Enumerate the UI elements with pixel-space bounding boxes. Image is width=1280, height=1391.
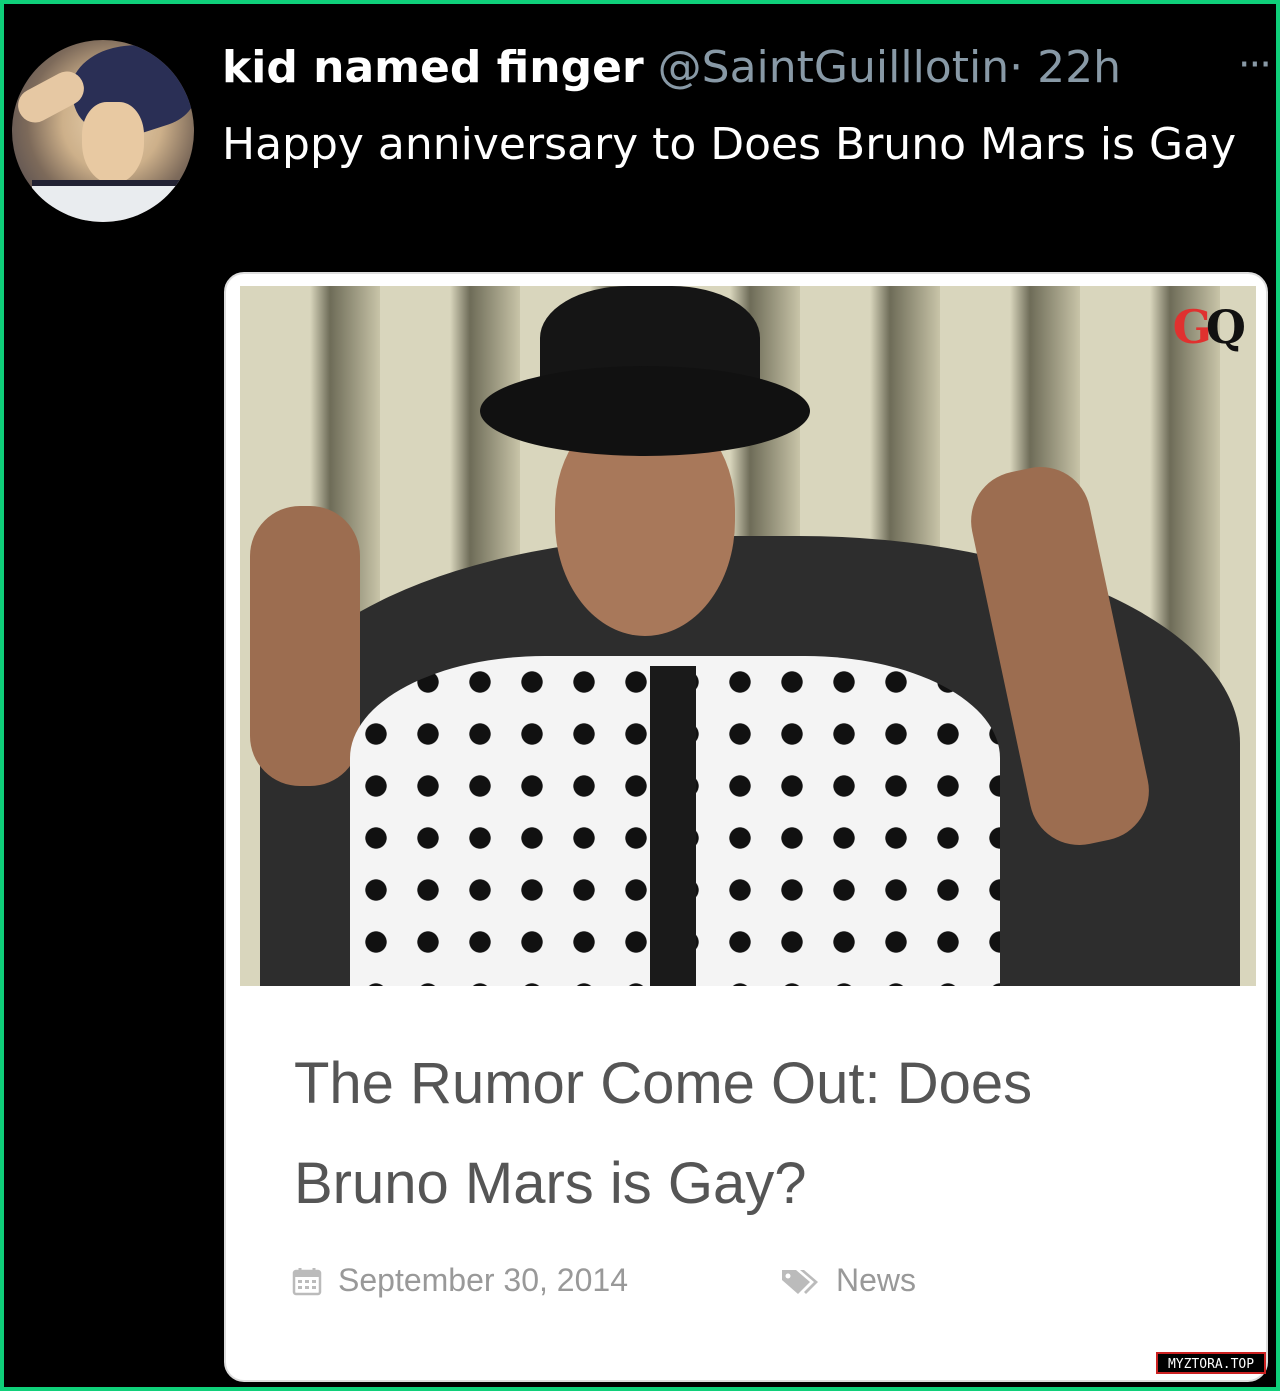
timestamp[interactable]: 22h (1037, 42, 1121, 93)
display-name[interactable]: kid named finger (222, 42, 644, 93)
tag-icon (782, 1269, 818, 1294)
article-title[interactable]: The Rumor Come Out: Does Bruno Mars is G… (294, 1034, 1174, 1234)
link-preview-card[interactable]: GQ The Rumor Come Out: Does Bruno Mars i… (224, 272, 1268, 1382)
gq-logo-q: Q (1205, 300, 1246, 354)
tweet-text: Happy anniversary to Does Bruno Mars is … (222, 119, 1237, 170)
tweet: kid named finger @SaintGuilllotin· 22h ·… (4, 4, 1276, 1387)
article-category[interactable]: News (780, 1262, 916, 1299)
article-meta: September 30, 2014 News (292, 1262, 1192, 1302)
screenshot-frame: kid named finger @SaintGuilllotin· 22h ·… (4, 4, 1276, 1387)
article-date-text: September 30, 2014 (338, 1262, 628, 1298)
avatar-shirt (32, 180, 182, 222)
article-date: September 30, 2014 (292, 1262, 628, 1299)
photo-tie (650, 666, 696, 986)
article-category-text[interactable]: News (836, 1262, 916, 1299)
avatar-arm (12, 65, 90, 129)
tweet-header: kid named finger @SaintGuilllotin· 22h (222, 40, 1121, 96)
more-options-icon[interactable]: ··· (1238, 42, 1272, 88)
photo-left-arm (250, 506, 360, 786)
avatar[interactable] (12, 40, 194, 222)
photo-hat-brim (480, 366, 810, 456)
separator-dot: · (1009, 42, 1024, 93)
article-photo: GQ (240, 286, 1256, 986)
gq-logo: GQ (1172, 300, 1246, 354)
calendar-icon (292, 1267, 322, 1295)
user-handle[interactable]: @SaintGuilllotin (658, 42, 1009, 93)
avatar-face (82, 102, 144, 184)
gq-logo-g: G (1172, 300, 1212, 354)
watermark: MYZTORA.TOP (1156, 1352, 1266, 1374)
